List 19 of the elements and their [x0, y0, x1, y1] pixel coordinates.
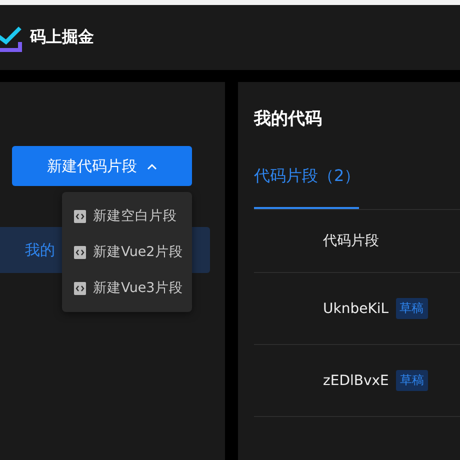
menu-item-label: 新建Vue2片段 — [93, 243, 183, 261]
draft-tag: 草稿 — [396, 298, 428, 319]
brand-name: 码上掘金 — [30, 27, 94, 48]
menu-item[interactable]: 新建Vue3片段 — [62, 270, 192, 306]
menu-item-label: 新建空白片段 — [93, 207, 177, 225]
column-header: 代码片段 — [323, 232, 379, 250]
tab[interactable]: 代码片段（2） — [254, 166, 359, 209]
code-file-icon — [74, 246, 86, 258]
menu-item[interactable]: 新建Vue2片段 — [62, 234, 192, 270]
caret-icon — [147, 162, 157, 170]
draft-tag: 草稿 — [396, 370, 428, 391]
section-title: 我的代码 — [254, 108, 323, 129]
code-file-icon — [74, 282, 86, 294]
snippet-name[interactable]: UknbeKiL — [323, 300, 389, 316]
snippet-name[interactable]: zEDlBvxE — [323, 372, 389, 388]
new-snippet-button[interactable]: 新建代码片段 — [12, 146, 192, 186]
menu-item[interactable]: 新建空白片段 — [62, 198, 192, 234]
menu-item-label: 新建Vue3片段 — [93, 279, 183, 297]
code-file-icon — [74, 210, 86, 222]
